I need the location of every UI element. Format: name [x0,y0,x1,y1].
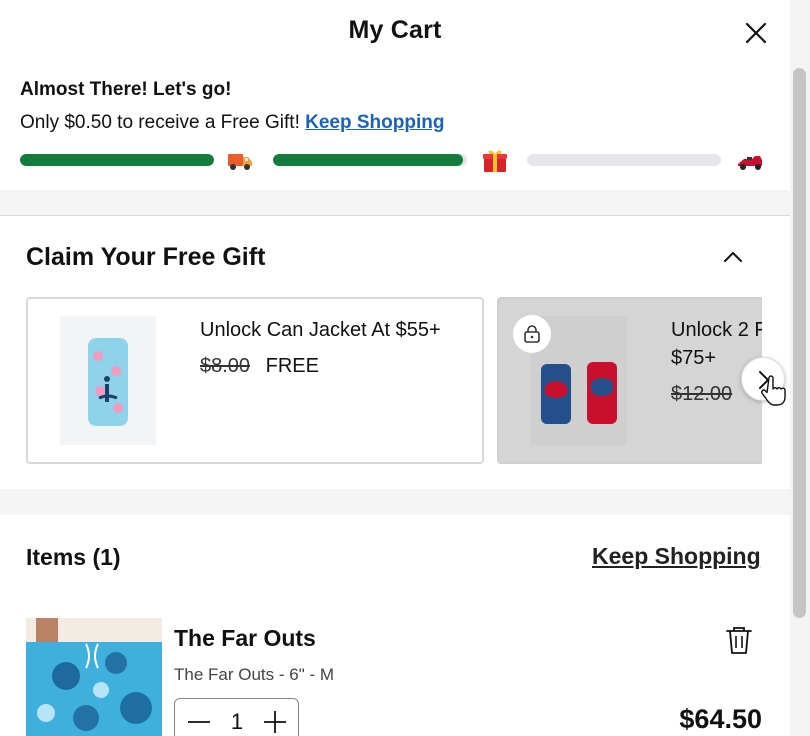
gift-sale-price: FREE [265,355,319,377]
close-icon[interactable] [742,19,770,47]
chevron-up-icon[interactable] [720,244,746,270]
gift-price: $12.00 [671,383,742,406]
quantity-stepper: 1 [174,698,299,736]
product-price: $64.50 [679,704,762,734]
cart-title: My Cart [348,16,442,44]
gift-price: $8.00 FREE [200,355,319,378]
progress-fill-tier-2 [273,154,464,166]
lock-icon [524,325,540,343]
gift-name: Unlock Can Jacket At $55+ [200,319,441,341]
section-separator [0,190,790,216]
lock-badge [513,315,551,353]
progress-fill-tier-1 [20,154,214,166]
keep-shopping-link[interactable]: Keep Shopping [305,112,444,133]
product-name: The Far Outs [174,625,316,651]
progress-message-text: Only $0.50 to receive a Free Gift! [20,112,300,133]
progress-heading: Almost There! Let's go! [20,79,232,100]
progress-bar-tier-2 [273,154,467,166]
free-gift-progress: Almost There! Let's go! Only $0.50 to re… [0,64,790,190]
gift-original-price: $8.00 [200,355,251,377]
progress-bar-tier-1 [20,154,214,166]
race-car-icon [738,156,762,170]
gift-card-locked[interactable]: Unlock 2 F $75+ $12.00 [497,297,762,464]
keep-shopping-link[interactable]: Keep Shopping [592,543,761,570]
free-gift-title: Claim Your Free Gift [26,243,266,271]
quantity-value[interactable]: 1 [223,709,251,735]
minus-icon[interactable] [185,708,213,736]
delivery-truck-icon [228,154,252,170]
product-image[interactable] [26,618,162,736]
plus-icon[interactable] [261,708,289,736]
gift-icon [483,150,507,172]
gift-card[interactable]: Unlock Can Jacket At $55+ $8.00 FREE [26,297,484,464]
items-heading: Items (1) [26,544,121,570]
free-gift-carousel: Unlock Can Jacket At $55+ $8.00 FREE Unl… [26,297,762,465]
trash-icon[interactable] [724,624,754,656]
progress-message: Only $0.50 to receive a Free Gift! Keep … [20,112,444,134]
cart-drawer: My Cart Almost There! Let's go! Only $0.… [0,0,790,736]
gift-original-price: $12.00 [671,383,733,405]
progress-bar-tier-3 [527,154,721,166]
divider [0,215,790,216]
section-separator [0,489,790,515]
can-jacket-image [60,316,156,445]
scrollbar-thumb[interactable] [793,68,806,618]
product-variant: The Far Outs - 6" - M [174,665,335,684]
cart-header: My Cart [0,0,790,64]
hand-cursor-icon [761,375,786,406]
